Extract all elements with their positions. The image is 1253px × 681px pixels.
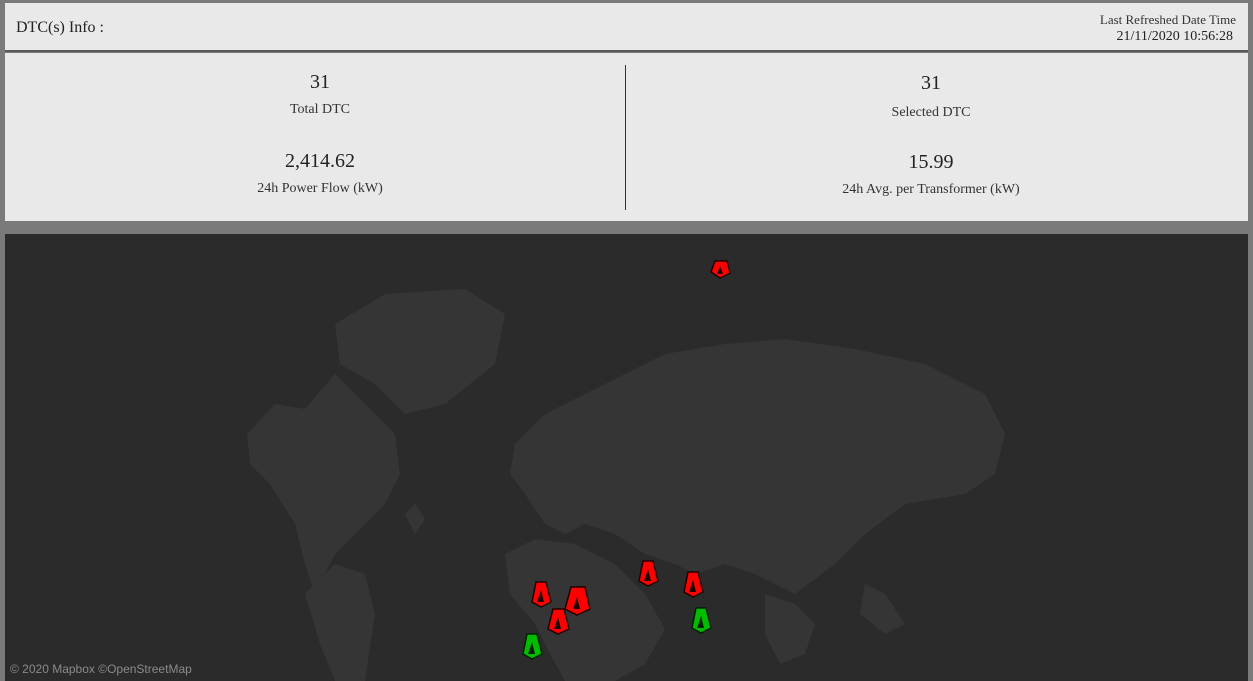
- selected-dtc-stat: 31 Selected DTC: [781, 72, 1081, 121]
- map-view[interactable]: © 2020 Mapbox ©OpenStreetMap: [5, 234, 1248, 681]
- selected-dtc-value: 31: [921, 72, 941, 94]
- dtc-info-header: DTC(s) Info : Last Refreshed Date Time 2…: [5, 3, 1248, 52]
- transformer-marker-icon[interactable]: [522, 633, 543, 660]
- transformer-marker-icon[interactable]: [710, 260, 731, 279]
- avg-transformer-label: 24h Avg. per Transformer (kW): [842, 182, 1020, 197]
- power-flow-stat: 2,414.62 24h Power Flow (kW): [220, 150, 420, 197]
- transformer-marker-icon[interactable]: [683, 571, 704, 598]
- last-refreshed-label: Last Refreshed Date Time: [1099, 12, 1236, 27]
- avg-transformer-stat: 15.99 24h Avg. per Transformer (kW): [781, 151, 1081, 198]
- world-map[interactable]: [5, 234, 1248, 681]
- total-dtc-stat: 31 Total DTC: [220, 71, 420, 118]
- total-dtc-value: 31: [310, 71, 330, 93]
- land-masses: [247, 289, 1005, 681]
- transformer-marker-icon[interactable]: [638, 560, 659, 587]
- stats-divider: [625, 65, 626, 210]
- stats-panel: 31 Total DTC 2,414.62 24h Power Flow (kW…: [5, 53, 1248, 221]
- avg-transformer-value: 15.99: [908, 151, 954, 173]
- total-dtc-label: Total DTC: [289, 102, 351, 117]
- page-title: DTC(s) Info :: [16, 19, 104, 36]
- selected-dtc-label: Selected DTC: [891, 105, 971, 120]
- map-attribution[interactable]: © 2020 Mapbox ©OpenStreetMap: [10, 662, 192, 676]
- last-refreshed-value: 21/11/2020 10:56:28: [1116, 29, 1233, 44]
- power-flow-value: 2,414.62: [285, 150, 355, 172]
- power-flow-label: 24h Power Flow (kW): [257, 181, 383, 196]
- transformer-marker-icon[interactable]: [691, 607, 712, 634]
